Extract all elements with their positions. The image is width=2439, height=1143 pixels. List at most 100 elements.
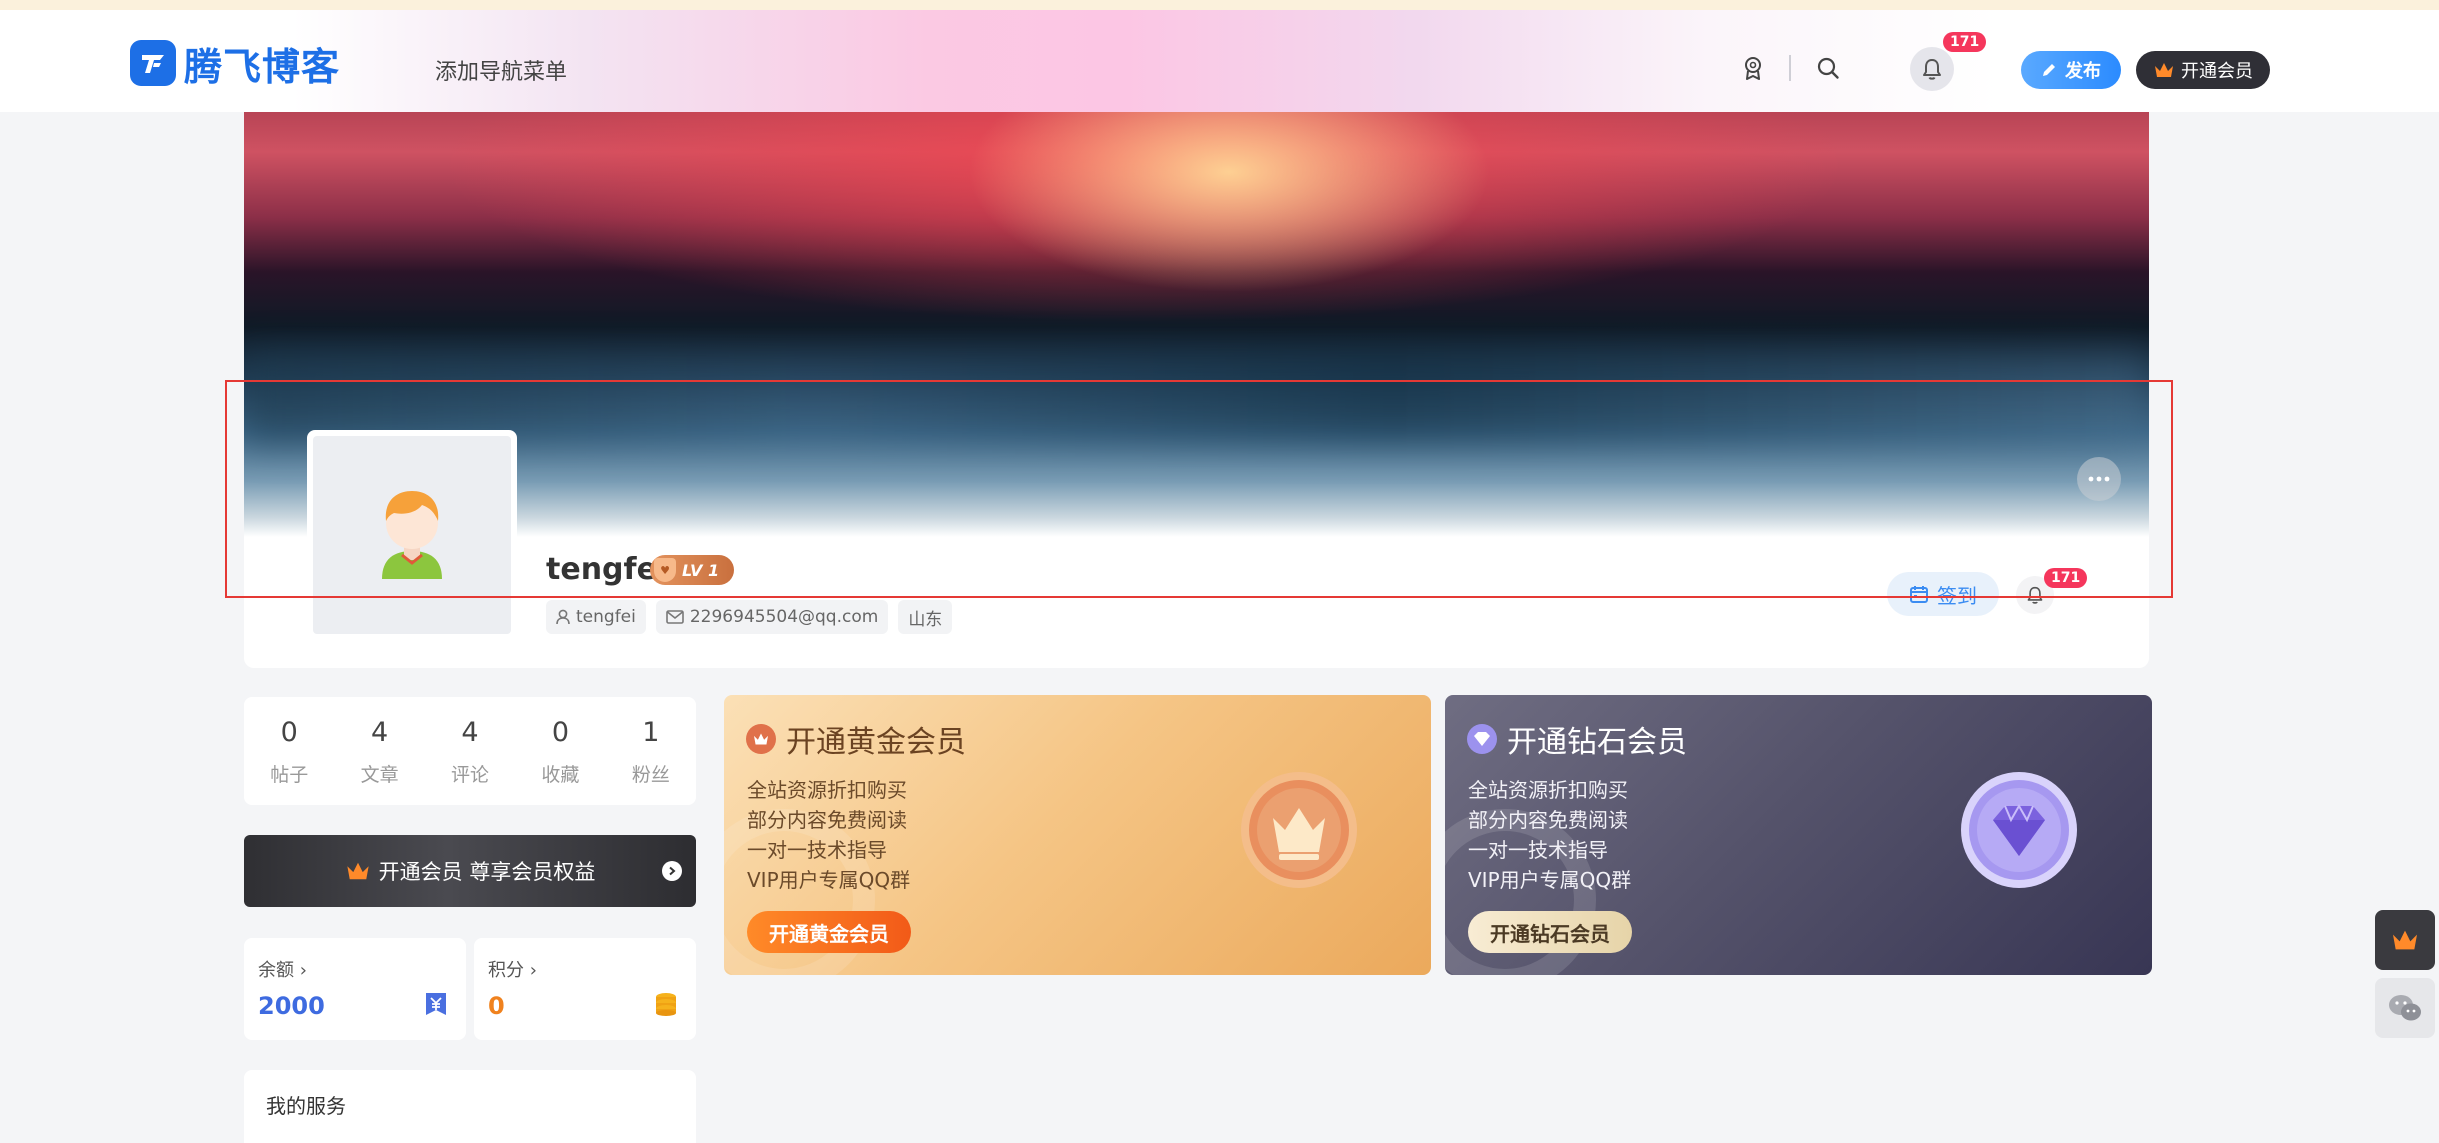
crown-icon [2393,930,2417,950]
stat-value: 0 [551,717,570,748]
header-divider [1789,55,1791,81]
balance-card[interactable]: 余额 › 2000 [244,938,466,1040]
logo-text: 腾飞博客 [184,44,341,89]
gold-title-row: 开通黄金会员 [746,717,966,761]
more-dots-icon [2088,476,2110,482]
wechat-icon [2389,995,2421,1021]
diamond-feature-item: 全站资源折扣购买 [1468,778,1628,802]
float-wechat-button[interactable] [2375,978,2435,1038]
diamond-membership-card: 开通钻石会员 全站资源折扣购买 部分内容免费阅读 一对一技术指导 VIP用户专属… [1445,695,2152,975]
open-vip-button[interactable]: 开通会员 [2136,51,2270,89]
gold-crown-icon [746,724,776,754]
level-text: LV 1 [682,560,720,580]
publish-button[interactable]: 发布 [2021,51,2121,89]
points-card[interactable]: 积分 › 0 [474,938,696,1040]
stat-value: 4 [371,717,389,748]
logo-mark-icon [130,40,176,86]
tag-location-text: 山东 [908,609,943,630]
publish-label: 发布 [2065,61,2101,82]
gold-crown-medal-icon [1241,772,1357,888]
tag-location: 山东 [898,600,953,634]
vip-banner-label: 开通会员 尊享会员权益 [378,860,596,884]
gold-feature-item: 一对一技术指导 [747,838,887,862]
more-options-button[interactable] [2077,457,2121,501]
diamond-title-row: 开通钻石会员 [1467,717,1687,761]
award-icon[interactable] [1740,55,1766,81]
open-gold-button[interactable]: 开通黄金会员 [747,911,911,953]
diamond-medal-icon [1961,772,2077,888]
calendar-icon [1910,586,1928,603]
level-shield-icon: ♥ [654,558,676,582]
pencil-icon [2043,64,2055,76]
user-stats-card: 0 帖子 4 文章 4 评论 0 收藏 1 粉丝 [244,697,696,805]
stat-label: 粉丝 [631,764,670,786]
site-logo[interactable]: 腾飞博客 [130,40,340,89]
points-label: 积分 [488,960,524,981]
stat-label: 评论 [451,764,490,786]
level-badge: ♥ LV 1 [650,555,734,585]
yuan-card-icon [426,993,446,1015]
stat-value: 1 [642,717,660,748]
balance-value: 2000 [258,992,325,1020]
vip-benefits-banner[interactable]: 开通会员 尊享会员权益 [244,835,696,907]
diamond-title: 开通钻石会员 [1507,725,1687,760]
gold-feature-item: VIP用户专属QQ群 [747,868,911,892]
diamond-feature-item: 部分内容免费阅读 [1468,808,1628,832]
crown-icon [347,862,369,880]
gold-feature-item: 全站资源折扣购买 [747,778,907,802]
diamond-feature-item: 一对一技术指导 [1468,838,1608,862]
points-label-row: 积分 › [488,956,537,982]
stat-favorites[interactable]: 0 收藏 [515,717,605,805]
chevron-right-icon: › [299,960,307,981]
search-icon[interactable] [1815,55,1841,81]
gold-title: 开通黄金会员 [786,725,966,760]
avatar[interactable] [307,430,517,640]
tag-email: 2296945504@qq.com [655,600,889,634]
stat-label: 帖子 [270,764,309,786]
stat-posts[interactable]: 0 帖子 [244,717,334,805]
diamond-feature-list: 全站资源折扣购买 部分内容免费阅读 一对一技术指导 VIP用户专属QQ群 [1468,775,1631,895]
cover-blur-layer [244,352,2149,442]
profile-card: tengfei ♥ LV 1 tengfei 2296945504@qq.com… [244,112,2149,668]
diamond-gem-icon [1467,724,1497,754]
balance-label-row: 余额 › [258,956,307,982]
bell-icon [2027,586,2043,604]
default-avatar-icon [382,491,442,579]
stat-comments[interactable]: 4 评论 [425,717,515,805]
crown-icon [2155,63,2173,77]
stat-label: 文章 [360,764,399,786]
stat-value: 4 [461,717,479,748]
coins-icon [656,993,676,1016]
mail-icon [666,610,684,624]
checkin-button[interactable]: 签到 [1887,572,1999,616]
profile-tags: tengfei 2296945504@qq.com 山东 [546,600,953,634]
diamond-feature-item: VIP用户专属QQ群 [1468,868,1632,892]
bell-icon [1923,59,1941,80]
services-title: 我的服务 [266,1094,346,1118]
stat-value: 0 [280,717,298,748]
my-services-card: 我的服务 [244,1070,696,1143]
notification-badge: 171 [1943,32,1987,52]
profile-cover-image [244,112,2149,537]
gold-feature-list: 全站资源折扣购买 部分内容免费阅读 一对一技术指导 VIP用户专属QQ群 [747,775,910,895]
float-vip-button[interactable] [2375,910,2435,970]
stat-label: 收藏 [541,764,580,786]
open-diamond-button[interactable]: 开通钻石会员 [1468,911,1632,953]
site-header: 腾飞博客 添加导航菜单 171 发布 开通会员 [0,10,2439,112]
stat-articles[interactable]: 4 文章 [334,717,424,805]
nav-add-menu[interactable]: 添加导航菜单 [435,54,567,86]
tag-email-text: 2296945504@qq.com [689,607,879,627]
arrow-right-icon [662,861,682,881]
stat-followers[interactable]: 1 粉丝 [606,717,696,805]
gold-membership-card: 开通黄金会员 全站资源折扣购买 部分内容免费阅读 一对一技术指导 VIP用户专属… [724,695,1431,975]
top-notice-strip [0,0,2439,10]
checkin-label: 签到 [1937,583,1977,608]
user-icon [556,609,570,625]
tag-account-text: tengfei [576,607,636,627]
open-vip-label: 开通会员 [2181,61,2253,82]
profile-notification-badge: 171 [2044,568,2088,588]
chevron-right-icon: › [529,960,537,981]
notification-button[interactable] [1910,47,1954,91]
points-value: 0 [488,992,505,1020]
tag-account: tengfei [546,600,646,634]
